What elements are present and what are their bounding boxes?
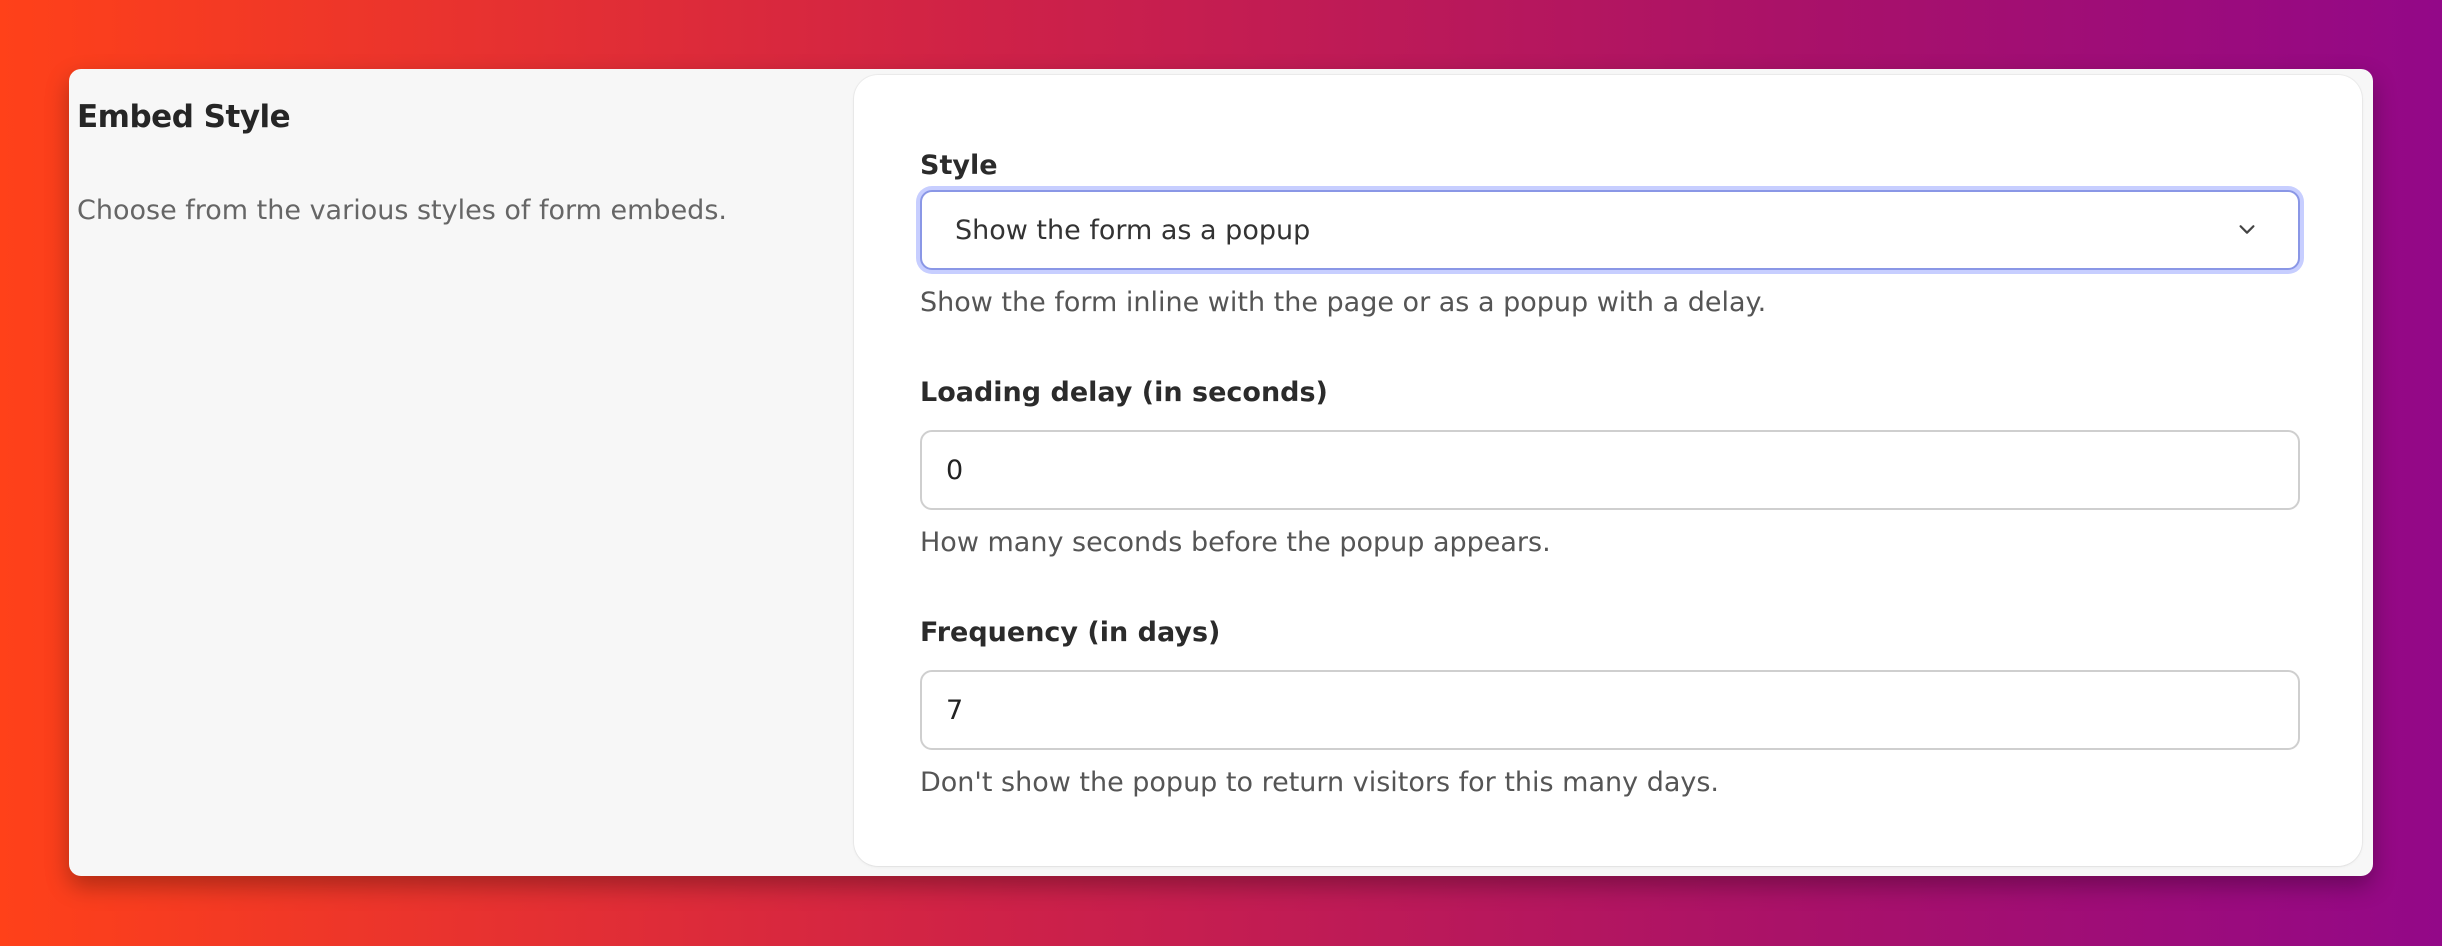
loading-delay-help-text: How many seconds before the popup appear…	[920, 527, 1551, 558]
style-select-value: Show the form as a popup	[955, 214, 1311, 246]
frequency-input[interactable]	[920, 670, 2300, 750]
section-info-panel: Embed Style Choose from the various styl…	[77, 69, 917, 876]
settings-card: Style Show the form as a popup Show the …	[854, 75, 2362, 866]
frequency-label: Frequency (in days)	[920, 617, 1221, 648]
chevron-down-icon	[2239, 225, 2255, 234]
frequency-help-text: Don't show the popup to return visitors …	[920, 767, 1720, 798]
loading-delay-input[interactable]	[920, 430, 2300, 510]
embed-style-settings-window: Embed Style Choose from the various styl…	[69, 69, 2373, 876]
style-select[interactable]: Show the form as a popup	[920, 190, 2300, 270]
style-help-text: Show the form inline with the page or as…	[920, 287, 1767, 318]
style-label: Style	[920, 150, 998, 181]
loading-delay-label: Loading delay (in seconds)	[920, 377, 1328, 408]
section-title: Embed Style	[77, 99, 291, 135]
section-description: Choose from the various styles of form e…	[77, 195, 727, 226]
